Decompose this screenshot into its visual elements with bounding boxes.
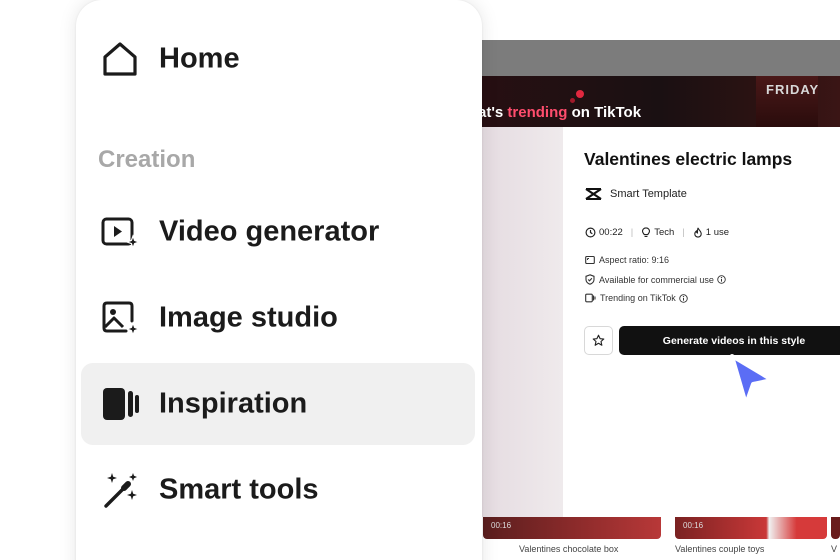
menu-item-smart-tools[interactable]: Smart tools xyxy=(81,449,475,531)
commercial-use-line: Available for commercial use xyxy=(585,274,730,285)
banner-decoration xyxy=(576,90,584,98)
meta-separator: | xyxy=(630,227,634,238)
image-studio-icon xyxy=(102,301,141,337)
info-icon[interactable] xyxy=(678,293,688,303)
related-thumbnail[interactable]: 00:16 xyxy=(675,517,827,539)
duration-value: 00:22 xyxy=(599,227,623,238)
uses-value: 1 use xyxy=(705,227,730,238)
thumbnail-duration: 00:16 xyxy=(683,521,704,530)
menu-item-image-studio[interactable]: Image studio xyxy=(81,277,475,359)
category-value: Tech xyxy=(654,227,675,238)
template-title: Valentines electric lamps xyxy=(584,149,793,169)
menu-label-home: Home xyxy=(159,42,240,75)
banner-decoration-small xyxy=(570,98,575,103)
generate-videos-button[interactable]: Generate videos in this style xyxy=(619,326,840,355)
mouse-cursor-icon xyxy=(730,354,774,406)
favorite-button[interactable] xyxy=(584,326,613,355)
related-thumbnail[interactable] xyxy=(831,517,840,539)
shield-check-icon xyxy=(585,274,595,285)
clock-icon xyxy=(585,227,596,238)
banner-text-highlight: trending xyxy=(507,104,568,121)
template-type-label: Smart Template xyxy=(610,188,687,200)
flame-icon xyxy=(694,227,702,238)
banner-text-prefix: at's xyxy=(478,104,508,121)
thumbnail-caption[interactable]: Valentines couple toys xyxy=(675,544,764,554)
uses-meta: 1 use xyxy=(693,227,729,238)
menu-label-smart-tools: Smart tools xyxy=(159,473,319,506)
menu-label-video-generator: Video generator xyxy=(159,215,380,248)
menu-label-inspiration: Inspiration xyxy=(159,387,308,420)
magic-wand-icon xyxy=(104,473,137,508)
aspect-ratio-line: Aspect ratio: 9:16 xyxy=(585,255,669,265)
lightbulb-icon xyxy=(642,227,651,237)
thumbnail-caption[interactable]: Valentines chocolate box xyxy=(519,544,618,554)
duration-meta: 00:22 xyxy=(585,227,623,238)
template-meta-row: 00:22 | Tech | 1 use xyxy=(585,227,729,238)
smart-template-tag: Smart Template xyxy=(585,187,687,201)
menu-item-home[interactable]: Home xyxy=(81,18,475,100)
aspect-ratio-icon xyxy=(585,255,595,265)
banner-headline: at's trending on TikTok xyxy=(478,104,641,121)
related-templates-strip: 00:16 Valentines chocolate box 00:16 Val… xyxy=(440,517,840,560)
meta-separator: | xyxy=(682,227,685,238)
info-icon[interactable] xyxy=(717,275,726,284)
capcut-logo-icon xyxy=(585,188,602,200)
banner-thumbnail: FRIDAY xyxy=(756,76,818,127)
star-icon xyxy=(592,334,605,346)
creation-section-header: Creation xyxy=(98,146,196,173)
trending-banner: at's trending on TikTok FRIDAY xyxy=(440,76,840,127)
navigation-menu: Home Creation Video generator Image stud… xyxy=(76,0,482,560)
home-icon xyxy=(103,42,137,76)
related-thumbnail[interactable]: 00:16 xyxy=(483,517,661,539)
commercial-use-text: Available for commercial use xyxy=(599,274,714,285)
menu-item-inspiration[interactable]: Inspiration xyxy=(81,363,475,445)
thumbnail-duration: 00:16 xyxy=(491,521,512,530)
inspiration-icon xyxy=(103,388,139,420)
category-meta: Tech xyxy=(641,227,674,238)
trending-line: Trending on TikTok xyxy=(585,293,692,303)
banner-text-suffix: on TikTok xyxy=(567,104,642,121)
aspect-ratio-text: Aspect ratio: 9:16 xyxy=(599,255,670,265)
thumbnail-caption[interactable]: V xyxy=(831,544,837,554)
banner-thumbnail-text: FRIDAY xyxy=(766,82,820,97)
menu-item-video-generator[interactable]: Video generator xyxy=(81,191,475,273)
video-clip-icon xyxy=(585,293,596,303)
trending-text: Trending on TikTok xyxy=(600,293,676,303)
template-details-panel: Valentines electric lamps Smart Template… xyxy=(563,127,840,517)
menu-label-image-studio: Image studio xyxy=(159,301,338,334)
video-generator-icon xyxy=(101,217,141,250)
